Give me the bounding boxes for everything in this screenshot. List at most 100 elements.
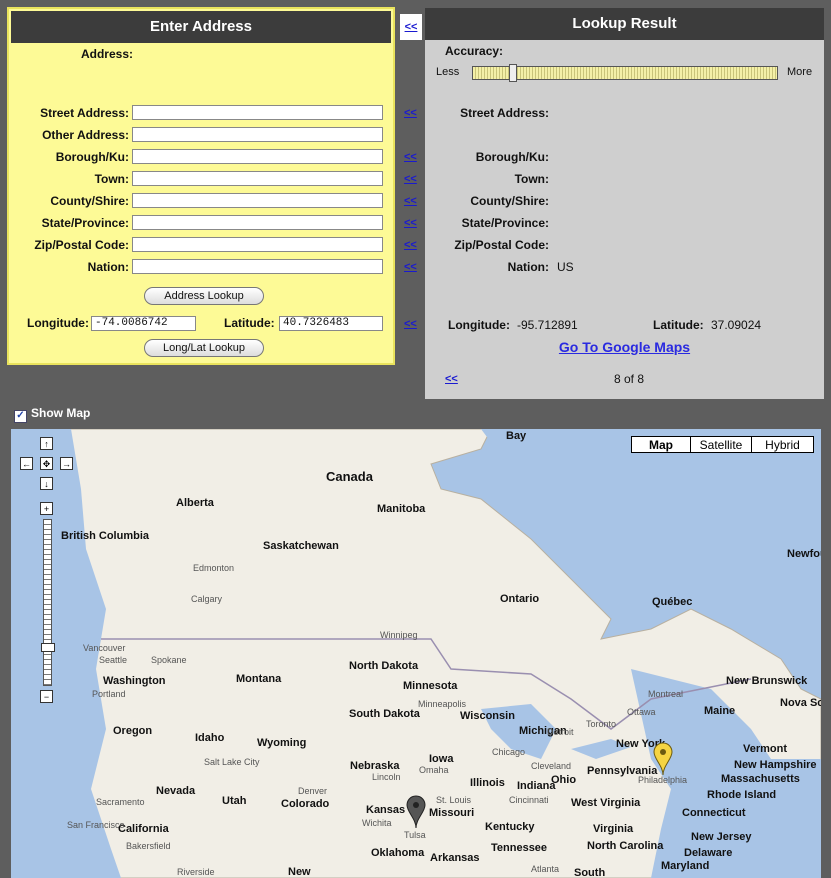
- zip-input[interactable]: [132, 237, 383, 252]
- map-label: Kansas: [366, 804, 406, 816]
- city-label: Atlanta: [531, 864, 560, 874]
- map-label: Wisconsin: [460, 710, 515, 722]
- map-label: Canada: [326, 469, 373, 484]
- map-label: Maryland: [661, 860, 710, 872]
- nation-input[interactable]: [132, 259, 383, 274]
- map-label: North Carolina: [587, 840, 664, 852]
- pan-center-button[interactable]: ✥: [40, 457, 53, 470]
- town-input[interactable]: [132, 171, 383, 186]
- pan-left-button[interactable]: ←: [20, 457, 33, 470]
- copy-county-arrow[interactable]: <<: [404, 195, 417, 207]
- map-label: Oklahoma: [371, 847, 425, 859]
- map-label: Newfoundland and Labrador: [787, 548, 821, 560]
- city-label: San Francisco: [67, 820, 125, 830]
- enter-address-panel: Enter Address Address: Street Address: O…: [7, 7, 395, 365]
- nation-label: Nation:: [87, 260, 129, 274]
- latitude-input[interactable]: 40.7326483: [279, 316, 383, 331]
- city-label: Denver: [298, 786, 328, 796]
- zoom-slider[interactable]: [41, 519, 55, 686]
- longitude-input[interactable]: -74.0086742: [91, 316, 196, 331]
- state-label: State/Province:: [41, 216, 129, 230]
- result-page-count: 8 of 8: [614, 372, 645, 386]
- map-label: Wyoming: [257, 737, 307, 749]
- city-label: Minneapolis: [418, 699, 467, 709]
- entered-map-marker-icon[interactable]: [653, 742, 673, 776]
- accuracy-slider-handle[interactable]: [509, 64, 517, 82]
- map-label: Arkansas: [430, 852, 480, 864]
- result-back-arrow[interactable]: <<: [445, 373, 458, 385]
- map-label: Québec: [652, 596, 693, 608]
- map-label: California: [118, 823, 169, 835]
- result-map-marker-icon[interactable]: [406, 795, 426, 829]
- pan-right-button[interactable]: →: [60, 457, 73, 470]
- city-label: Chicago: [492, 747, 526, 757]
- map-type-hybrid-button[interactable]: Hybrid: [751, 436, 814, 453]
- copy-nation-arrow[interactable]: <<: [404, 261, 417, 273]
- lookup-result-title: Lookup Result: [425, 8, 824, 40]
- city-label: Lincoln: [372, 772, 401, 782]
- result-nation-value: US: [557, 260, 574, 274]
- result-town-label: Town:: [514, 172, 549, 186]
- city-label: Philadelphia: [638, 775, 688, 785]
- map-view[interactable]: Map Satellite Hybrid ↑ ← ✥ → ↓ + − Bay C…: [11, 429, 821, 878]
- map-type-satellite-button[interactable]: Satellite: [690, 436, 752, 453]
- map-label: Oregon: [113, 725, 153, 737]
- copy-town-arrow[interactable]: <<: [404, 173, 417, 185]
- map-label: British Columbia: [61, 530, 150, 542]
- map-label: Vermont: [743, 743, 788, 755]
- copy-street-arrow[interactable]: <<: [404, 107, 417, 119]
- map-label: Connecticut: [682, 807, 746, 819]
- street-address-input[interactable]: [132, 105, 383, 120]
- city-label: Omaha: [419, 765, 449, 775]
- map-label: South: [574, 867, 606, 878]
- city-label: Cincinnati: [509, 795, 549, 805]
- county-input[interactable]: [132, 193, 383, 208]
- map-label: New Hampshire: [734, 759, 817, 771]
- address-label: Address:: [80, 47, 133, 61]
- map-label: Alberta: [176, 497, 214, 509]
- show-map-label: Show Map: [31, 406, 91, 420]
- zoom-out-button[interactable]: −: [40, 690, 53, 703]
- map-label: Ontario: [500, 593, 540, 605]
- latitude-label: Latitude:: [224, 316, 275, 330]
- copy-state-arrow[interactable]: <<: [404, 217, 417, 229]
- show-map-checkbox[interactable]: ✓: [14, 410, 27, 423]
- longlat-lookup-button[interactable]: Long/Lat Lookup: [144, 339, 264, 357]
- map-label: New Jersey: [691, 831, 752, 843]
- street-address-label: Street Address:: [40, 106, 129, 120]
- map-label: Iowa: [429, 753, 454, 765]
- copy-zip-arrow[interactable]: <<: [404, 239, 417, 251]
- map-label: Saskatchewan: [263, 540, 339, 552]
- map-type-map-button[interactable]: Map: [631, 436, 691, 453]
- zip-label: Zip/Postal Code:: [34, 238, 129, 252]
- map-label: Nebraska: [350, 760, 400, 772]
- state-input[interactable]: [132, 215, 383, 230]
- copy-borough-arrow[interactable]: <<: [404, 151, 417, 163]
- zoom-slider-handle[interactable]: [41, 643, 55, 652]
- address-lookup-button[interactable]: Address Lookup: [144, 287, 264, 305]
- zoom-in-button[interactable]: +: [40, 502, 53, 515]
- city-label: Edmonton: [193, 563, 235, 573]
- show-map-toggle[interactable]: ✓ Show Map: [14, 406, 90, 423]
- map-label: Delaware: [684, 847, 733, 859]
- accuracy-slider[interactable]: [472, 64, 778, 82]
- city-label: St. Louis: [436, 795, 472, 805]
- city-label: Montreal: [648, 689, 684, 699]
- copy-coords-arrow[interactable]: <<: [404, 318, 417, 330]
- city-label: Spokane: [151, 655, 187, 665]
- copy-all-arrow[interactable]: <<: [400, 14, 422, 40]
- map-label: South Dakota: [349, 708, 420, 720]
- borough-input[interactable]: [132, 149, 383, 164]
- result-street-label: Street Address:: [460, 106, 549, 120]
- pan-down-button[interactable]: ↓: [40, 477, 53, 490]
- map-label: Rhode Island: [707, 789, 777, 801]
- go-to-google-maps-link[interactable]: Go To Google Maps: [425, 339, 824, 355]
- map-label: Illinois: [470, 777, 505, 789]
- map-label: Nevada: [156, 785, 196, 797]
- other-address-input[interactable]: [132, 127, 383, 142]
- pan-up-button[interactable]: ↑: [40, 437, 53, 450]
- other-address-label: Other Address:: [42, 128, 129, 142]
- city-label: Salt Lake City: [204, 757, 260, 767]
- city-label: Wichita: [362, 818, 392, 828]
- enter-address-title: Enter Address: [11, 11, 391, 43]
